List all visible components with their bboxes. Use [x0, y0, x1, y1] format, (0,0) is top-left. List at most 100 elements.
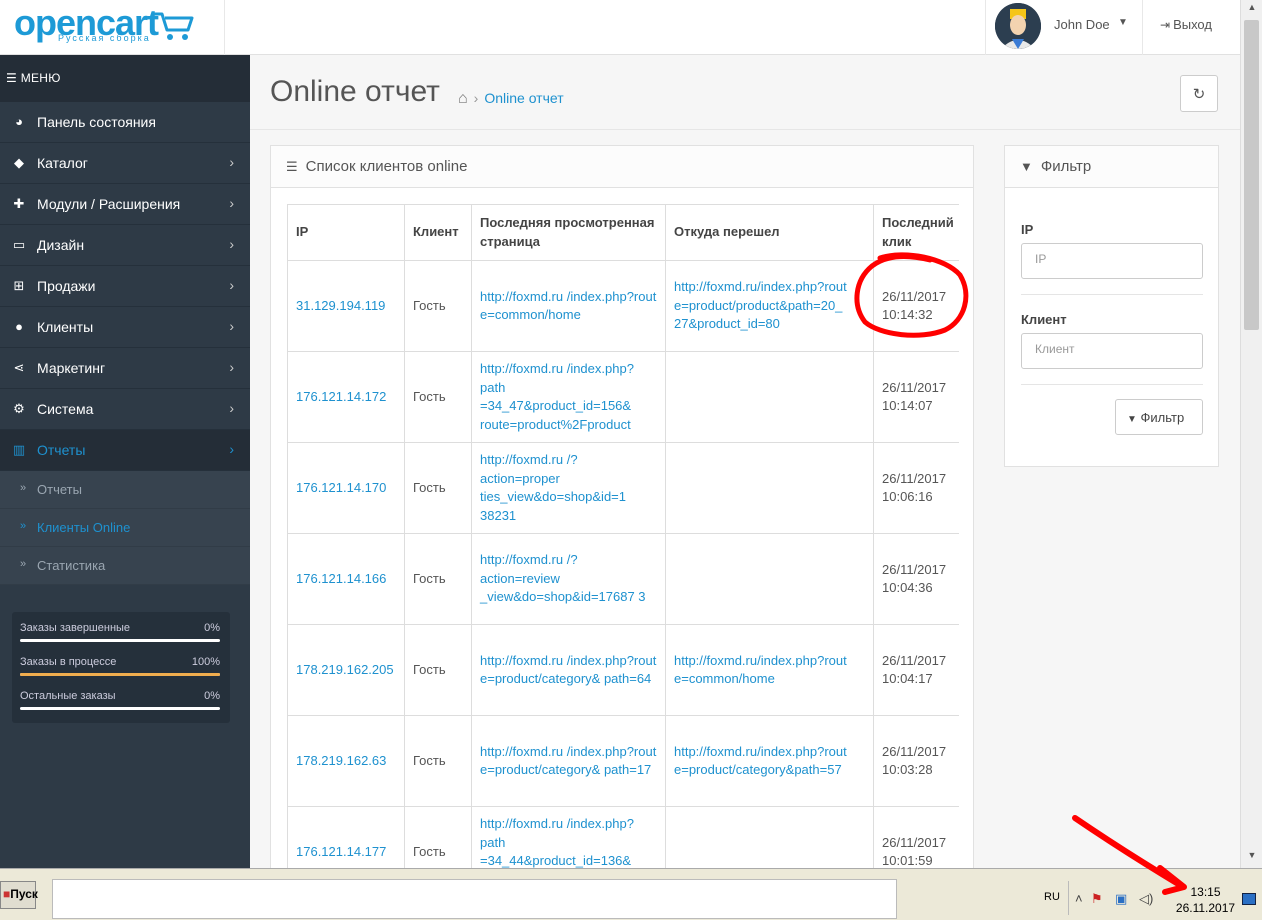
double-chevron-icon: » [20, 482, 27, 494]
referer-link[interactable]: http://foxmd.ru/index.php?rout e=product… [674, 744, 847, 778]
tray-expand-icon[interactable]: ˄ [1075, 891, 1083, 906]
page-header: Online отчет ⌂ › Online отчет ↻ [250, 55, 1240, 130]
cell-last-click: 26/11/2017 10:01:59 [873, 806, 959, 868]
column-header-last-click[interactable]: Последний клик [873, 204, 959, 261]
sidebar-item-sales[interactable]: ⊞ Продажи › [0, 266, 250, 307]
cell-referer [665, 533, 874, 625]
progress-label: Заказы в процессе [20, 656, 117, 668]
opencart-logo[interactable]: opencart Русская сборка [0, 0, 225, 55]
cell-client: Гость [404, 442, 472, 534]
sidebar: ☰ МЕНЮ ◕ Панель состояния ◆ Каталог › ✚ … [0, 55, 250, 868]
start-button[interactable]: ■Пуск [0, 881, 38, 909]
table-row: 176.121.14.172 Гость http://foxmd.ru /in… [287, 351, 959, 443]
cell-page: http://foxmd.ru /?action=proper ties_vie… [471, 442, 666, 534]
refresh-button[interactable]: ↻ [1180, 75, 1218, 112]
sidebar-subitem-statistics[interactable]: » Статистика [0, 547, 250, 585]
user-dropdown[interactable]: John Doe ▼ [985, 0, 1143, 55]
cell-client: Гость [404, 715, 472, 807]
home-icon[interactable]: ⌂ [458, 90, 468, 107]
sidebar-item-marketing[interactable]: ⋖ Маркетинг › [0, 348, 250, 389]
cell-page: http://foxmd.ru /index.php?path =34_44&p… [471, 806, 666, 868]
click-date: 26/11/2017 [882, 561, 947, 577]
table-row: 178.219.162.205 Гость http://foxmd.ru /i… [287, 624, 959, 716]
ip-link[interactable]: 176.121.14.177 [296, 844, 386, 859]
page-link[interactable]: http://foxmd.ru /?action=review _view&do… [480, 552, 646, 604]
ip-link[interactable]: 176.121.14.166 [296, 571, 386, 586]
double-chevron-icon: » [20, 558, 27, 570]
ip-link[interactable]: 176.121.14.170 [296, 480, 386, 495]
page-link[interactable]: http://foxmd.ru /?action=proper ties_vie… [480, 452, 626, 523]
page-link[interactable]: http://foxmd.ru /index.php?path =34_44&p… [480, 816, 634, 868]
column-header-ip[interactable]: IP [287, 204, 405, 261]
vertical-scrollbar[interactable]: ▲ ▼ [1240, 0, 1262, 868]
language-indicator[interactable]: RU [1044, 891, 1060, 903]
panel-title: Фильтр [1040, 158, 1092, 175]
click-date: 26/11/2017 [882, 288, 947, 304]
column-header-client[interactable]: Клиент [404, 204, 472, 261]
os-taskbar: ■Пуск RU ˄ ⚑ ▣ ◁) 13:15 26.11.2017 [0, 868, 1262, 920]
cell-ip: 176.121.14.166 [287, 533, 405, 625]
network-icon[interactable]: ▣ [1115, 891, 1127, 907]
table-row: 31.129.194.119 Гость http://foxmd.ru /in… [287, 260, 959, 352]
client-input[interactable]: Клиент [1021, 333, 1203, 369]
click-date: 26/11/2017 [882, 652, 947, 668]
ip-link[interactable]: 176.121.14.172 [296, 389, 386, 404]
scroll-up-icon[interactable]: ▲ [1244, 2, 1260, 18]
system-tray: ˄ ⚑ ▣ ◁) [1068, 881, 1168, 915]
column-header-referer[interactable]: Откуда перешел [665, 204, 874, 261]
sidebar-item-design[interactable]: ▭ Дизайн › [0, 225, 250, 266]
chevron-right-icon: › [229, 154, 234, 170]
sidebar-item-reports[interactable]: ▥ Отчеты › [0, 430, 250, 471]
table-row: 176.121.14.177 Гость http://foxmd.ru /in… [287, 806, 959, 868]
page-title: Online отчет [270, 75, 440, 108]
logout-link[interactable]: ⇥ Выход [1160, 17, 1212, 32]
chevron-right-icon: › [229, 318, 234, 334]
action-center-icon[interactable]: ⚑ [1091, 891, 1103, 907]
progress-percent: 0% [204, 690, 220, 702]
page-link[interactable]: http://foxmd.ru /index.php?path =34_47&p… [480, 361, 634, 432]
volume-icon[interactable]: ◁) [1139, 891, 1153, 907]
cell-page: http://foxmd.ru /index.php?rout e=produc… [471, 624, 666, 716]
taskbar-window-button[interactable] [52, 879, 897, 919]
clock[interactable]: 13:15 26.11.2017 [1168, 884, 1243, 916]
ip-link[interactable]: 178.219.162.63 [296, 753, 386, 768]
panel-heading: ▼ Фильтр [1005, 146, 1218, 188]
sidebar-item-extensions[interactable]: ✚ Модули / Расширения › [0, 184, 250, 225]
chevron-right-icon: › [229, 195, 234, 211]
scroll-down-icon[interactable]: ▼ [1244, 850, 1260, 866]
ip-input[interactable]: IP [1021, 243, 1203, 279]
online-customers-panel: ☰ Список клиентов online IP Клиент Послед… [270, 145, 974, 868]
sidebar-item-label: Панель состояния [37, 114, 156, 130]
column-header-last-page[interactable]: Последняя просмотренная страница [471, 204, 666, 261]
scroll-thumb[interactable] [1244, 20, 1259, 330]
divider [1021, 294, 1203, 295]
page-link[interactable]: http://foxmd.ru /index.php?rout e=common… [480, 289, 656, 323]
filter-button[interactable]: ▼ Фильтр [1115, 399, 1203, 435]
show-desktop-icon[interactable] [1242, 893, 1256, 905]
ip-link[interactable]: 31.129.194.119 [296, 298, 385, 313]
sidebar-item-catalog[interactable]: ◆ Каталог › [0, 143, 250, 184]
chevron-right-icon: › [229, 277, 234, 293]
cell-referer [665, 351, 874, 443]
user-name: John Doe [1054, 17, 1110, 32]
cell-last-click: 26/11/2017 10:03:28 [873, 715, 959, 807]
menu-toggle[interactable]: ☰ МЕНЮ [0, 55, 250, 102]
cell-page: http://foxmd.ru /index.php?rout e=common… [471, 260, 666, 352]
sidebar-item-dashboard[interactable]: ◕ Панель состояния [0, 102, 250, 143]
cell-client: Гость [404, 351, 472, 443]
page-link[interactable]: http://foxmd.ru /index.php?rout e=produc… [480, 744, 656, 778]
ip-link[interactable]: 178.219.162.205 [296, 662, 394, 677]
app-window: opencart Русская сборка John Doe ▼ ⇥ Вых… [0, 0, 1262, 920]
sidebar-subitem-reports[interactable]: » Отчеты [0, 471, 250, 509]
referer-link[interactable]: http://foxmd.ru/index.php?rout e=product… [674, 279, 847, 331]
logout-label: Выход [1173, 17, 1212, 32]
page-link[interactable]: http://foxmd.ru /index.php?rout e=produc… [480, 653, 656, 687]
breadcrumb-link[interactable]: Online отчет [484, 90, 563, 106]
cell-last-click: 26/11/2017 10:06:16 [873, 442, 959, 534]
sidebar-item-label: Маркетинг [37, 360, 106, 376]
sidebar-item-customers[interactable]: ● Клиенты › [0, 307, 250, 348]
referer-link[interactable]: http://foxmd.ru/index.php?rout e=common/… [674, 653, 847, 687]
click-time: 10:01:59 [882, 853, 933, 868]
sidebar-item-system[interactable]: ⚙ Система › [0, 389, 250, 430]
sidebar-subitem-customers-online[interactable]: » Клиенты Online [0, 509, 250, 547]
